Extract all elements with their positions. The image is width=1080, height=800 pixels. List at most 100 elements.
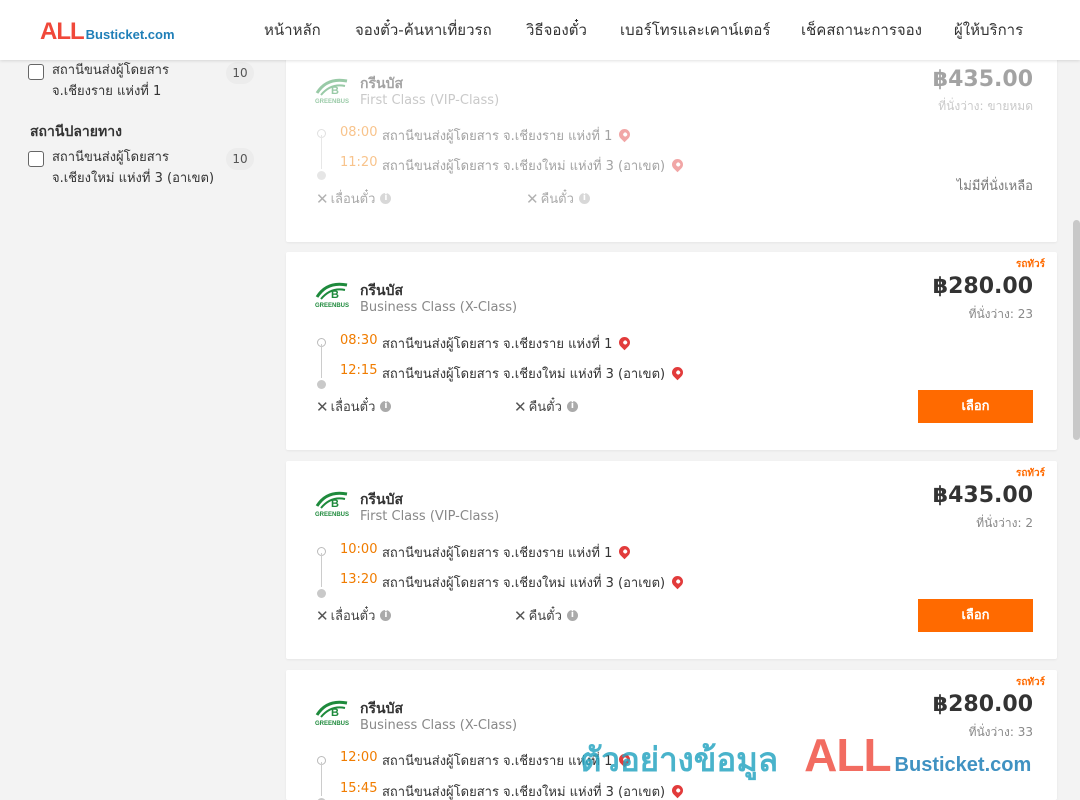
seats-available: ที่นั่งว่าง: 23 bbox=[968, 307, 1033, 321]
filter-origin-station[interactable]: สถานีขนส่งผู้โดยสาร จ.เชียงราย แห่งที่ 1 bbox=[28, 63, 222, 102]
promo-tag: รถทัวร์ bbox=[1015, 677, 1045, 688]
arrive-station: สถานีขนส่งผู้โดยสาร จ.เชียงใหม่ แห่งที่ … bbox=[382, 781, 686, 800]
depart-time: 10:00 bbox=[340, 542, 378, 557]
postpone-label: เลื่อนตั๋ว bbox=[330, 609, 376, 624]
refund-label: คืนตั๋ว bbox=[528, 609, 562, 624]
site-logo[interactable]: ALL Busticket.com bbox=[40, 18, 175, 46]
logo-all-text: ALL bbox=[40, 18, 85, 45]
nav-label: ผู้ให้บริการ bbox=[954, 21, 1024, 39]
cross-icon: ✕ bbox=[514, 397, 527, 416]
map-pin-icon[interactable] bbox=[617, 334, 633, 351]
logo-busticket-text: Busticket.com bbox=[85, 27, 175, 42]
map-pin-icon[interactable] bbox=[669, 573, 686, 590]
arrive-station: สถานีขนส่งผู้โดยสาร จ.เชียงใหม่ แห่งที่ … bbox=[382, 363, 686, 384]
trip-price: ฿280.00 bbox=[932, 274, 1033, 299]
nav-item-check-booking[interactable]: เช็คสถานะการจอง bbox=[801, 0, 922, 60]
postpone-label: เลื่อนตั๋ว bbox=[330, 400, 376, 415]
destination-checkbox[interactable] bbox=[28, 151, 44, 167]
svg-text:GREENBUS: GREENBUS bbox=[315, 303, 349, 309]
info-icon[interactable]: i bbox=[566, 610, 578, 621]
select-trip-button[interactable]: เลือก bbox=[918, 599, 1033, 632]
trip-card: B GREENBUS กรีนบัส First Class (VIP-Clas… bbox=[286, 55, 1057, 242]
top-navigation-bar: ALL Busticket.com หน้าหลัก จองตั๋ว-ค้นหา… bbox=[0, 0, 1080, 60]
destination-station-label: สถานีขนส่งผู้โดยสาร จ.เชียงใหม่ แห่งที่ … bbox=[52, 150, 215, 186]
info-icon[interactable]: i bbox=[380, 610, 392, 621]
nav-item-phone-counter[interactable]: เบอร์โทรและเคาน์เตอร์ bbox=[620, 0, 770, 60]
bus-class: First Class (VIP-Class) bbox=[360, 93, 500, 108]
postpone-policy[interactable]: ✕ เลื่อนตั๋ว i bbox=[316, 188, 392, 209]
depart-station: สถานีขนส่งผู้โดยสาร จ.เชียงราย แห่งที่ 1 bbox=[382, 125, 633, 146]
operator-name: กรีนบัส bbox=[360, 492, 403, 508]
map-pin-icon[interactable] bbox=[669, 364, 686, 381]
trip-price: ฿280.00 bbox=[932, 692, 1033, 717]
nav-label: จองตั๋ว-ค้นหาเที่ยวรถ bbox=[355, 21, 492, 39]
filter-destination-station[interactable]: สถานีขนส่งผู้โดยสาร จ.เชียงใหม่ แห่งที่ … bbox=[28, 150, 222, 189]
depart-time: 08:30 bbox=[340, 333, 378, 348]
nav-item-book-search[interactable]: จองตั๋ว-ค้นหาเที่ยวรถ bbox=[355, 0, 492, 60]
greenbus-logo-icon: B GREENBUS bbox=[315, 700, 349, 727]
promo-tag: รถทัวร์ bbox=[1015, 468, 1045, 479]
svg-text:B: B bbox=[331, 85, 339, 97]
select-trip-button[interactable]: เลือก bbox=[918, 390, 1033, 423]
arrive-time: 11:20 bbox=[340, 155, 378, 170]
depart-station: สถานีขนส่งผู้โดยสาร จ.เชียงราย แห่งที่ 1 bbox=[382, 750, 633, 771]
arrive-time: 12:15 bbox=[340, 363, 378, 378]
info-icon[interactable]: i bbox=[380, 401, 392, 412]
refund-policy[interactable]: ✕ คืนตั๋ว i bbox=[526, 188, 590, 209]
destination-count-badge: 10 bbox=[226, 148, 254, 170]
nav-item-operators[interactable]: ผู้ให้บริการ bbox=[954, 0, 1023, 60]
trip-card: รถทัวร์ B GREENBUS กรีนบัส Business Clas… bbox=[286, 252, 1057, 450]
svg-text:GREENBUS: GREENBUS bbox=[315, 99, 349, 105]
page-scrollbar[interactable] bbox=[1073, 220, 1080, 440]
trip-price: ฿435.00 bbox=[932, 483, 1033, 508]
info-icon[interactable]: i bbox=[578, 193, 590, 204]
nav-label: วิธีจองตั๋ว bbox=[526, 21, 587, 39]
origin-station-label: สถานีขนส่งผู้โดยสาร จ.เชียงราย แห่งที่ 1 bbox=[52, 63, 169, 99]
bus-class: Business Class (X-Class) bbox=[360, 718, 518, 733]
info-icon[interactable]: i bbox=[380, 193, 392, 204]
greenbus-logo-icon: B GREENBUS bbox=[315, 282, 349, 309]
seats-available: ที่นั่งว่าง: 2 bbox=[976, 516, 1033, 530]
seats-available: ที่นั่งว่าง: ขายหมด bbox=[938, 99, 1033, 113]
trip-card: รถทัวร์ B GREENBUS กรีนบัส Business Clas… bbox=[286, 670, 1057, 800]
map-pin-icon[interactable] bbox=[669, 156, 686, 173]
operator-name: กรีนบัส bbox=[360, 701, 403, 717]
no-seats-remaining: ไม่มีที่นั่งเหลือ bbox=[956, 179, 1033, 194]
operator-name: กรีนบัส bbox=[360, 76, 403, 92]
promo-tag: รถทัวร์ bbox=[1015, 259, 1045, 270]
origin-count-badge: 10 bbox=[226, 62, 254, 84]
info-icon[interactable]: i bbox=[566, 401, 578, 412]
refund-policy[interactable]: ✕ คืนตั๋ว i bbox=[514, 605, 578, 626]
refund-label: คืนตั๋ว bbox=[540, 192, 574, 207]
nav-item-how-to-book[interactable]: วิธีจองตั๋ว bbox=[526, 0, 587, 60]
bus-class: First Class (VIP-Class) bbox=[360, 509, 500, 524]
map-pin-icon[interactable] bbox=[669, 782, 686, 799]
map-pin-icon[interactable] bbox=[617, 751, 633, 768]
postpone-policy[interactable]: ✕ เลื่อนตั๋ว i bbox=[316, 396, 392, 417]
map-pin-icon[interactable] bbox=[617, 543, 633, 560]
refund-policy[interactable]: ✕ คืนตั๋ว i bbox=[514, 396, 578, 417]
arrive-time: 13:20 bbox=[340, 572, 378, 587]
route-timeline bbox=[317, 754, 327, 800]
map-pin-icon[interactable] bbox=[617, 126, 633, 143]
greenbus-logo-icon: B GREENBUS bbox=[315, 78, 349, 105]
trip-price: ฿435.00 bbox=[932, 67, 1033, 92]
refund-label: คืนตั๋ว bbox=[528, 400, 562, 415]
operator-name: กรีนบัส bbox=[360, 283, 403, 299]
postpone-label: เลื่อนตั๋ว bbox=[330, 192, 376, 207]
nav-item-home[interactable]: หน้าหลัก bbox=[264, 0, 321, 60]
cross-icon: ✕ bbox=[526, 189, 539, 208]
greenbus-logo-icon: B GREENBUS bbox=[315, 491, 349, 518]
destination-section-title: สถานีปลายทาง bbox=[30, 124, 122, 140]
origin-checkbox[interactable] bbox=[28, 64, 44, 80]
svg-text:GREENBUS: GREENBUS bbox=[315, 721, 349, 727]
nav-label: เบอร์โทรและเคาน์เตอร์ bbox=[620, 21, 771, 39]
postpone-policy[interactable]: ✕ เลื่อนตั๋ว i bbox=[316, 605, 392, 626]
cross-icon: ✕ bbox=[514, 606, 527, 625]
nav-label: เช็คสถานะการจอง bbox=[801, 21, 922, 39]
arrive-station: สถานีขนส่งผู้โดยสาร จ.เชียงใหม่ แห่งที่ … bbox=[382, 572, 686, 593]
bus-class: Business Class (X-Class) bbox=[360, 300, 518, 315]
cross-icon: ✕ bbox=[316, 189, 329, 208]
svg-text:B: B bbox=[331, 289, 339, 301]
svg-text:GREENBUS: GREENBUS bbox=[315, 512, 349, 518]
